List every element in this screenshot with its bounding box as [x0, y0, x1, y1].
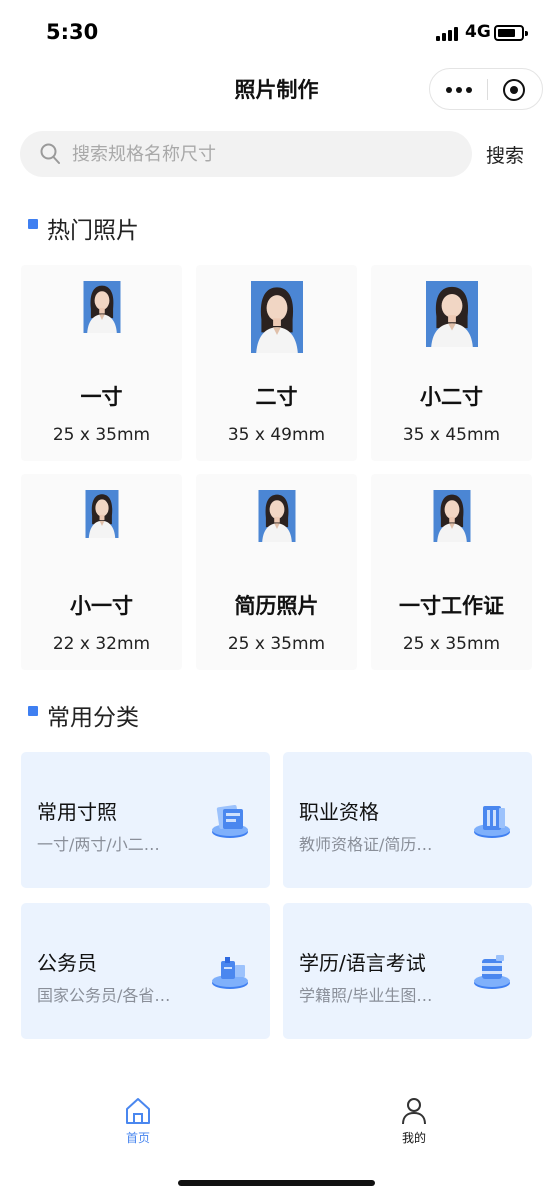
portrait-thumbnail — [425, 281, 478, 347]
photo-name: 小一寸 — [70, 594, 133, 618]
more-icon[interactable] — [446, 87, 472, 93]
tab-home[interactable]: 首页 — [108, 1097, 168, 1153]
badge-icon — [208, 949, 252, 993]
home-icon — [125, 1097, 151, 1125]
photo-size: 35 x 49mm — [227, 425, 326, 445]
photo-size: 25 x 35mm — [402, 634, 501, 654]
photo-name: 一寸 — [80, 385, 123, 409]
portrait-thumbnail — [258, 490, 295, 542]
photo-name: 二寸 — [255, 385, 298, 409]
category-title: 常用寸照 — [37, 800, 117, 824]
battery-icon — [494, 25, 528, 41]
graduation-icon — [470, 949, 514, 993]
portrait-thumbnail — [85, 490, 118, 538]
photo-name: 简历照片 — [234, 594, 319, 618]
portrait-thumbnail — [250, 281, 303, 353]
category-title: 职业资格 — [299, 800, 379, 824]
category-desc: 教师资格证/简历… — [299, 835, 433, 854]
photo-name: 一寸工作证 — [399, 594, 504, 618]
category-card-civil-servant[interactable]: 公务员 国家公务员/各省… — [21, 903, 270, 1039]
photo-card-one-inch[interactable]: 一寸 25 x 35mm — [21, 265, 182, 461]
category-card-professional[interactable]: 职业资格 教师资格证/简历… — [283, 752, 532, 888]
section-marker — [28, 706, 38, 716]
search-icon — [40, 143, 60, 165]
category-desc: 一寸/两寸/小二… — [37, 835, 160, 854]
search-input[interactable] — [72, 131, 452, 177]
photo-size: 35 x 45mm — [402, 425, 501, 445]
category-title: 公务员 — [37, 951, 97, 975]
photo-card-two-inch[interactable]: 二寸 35 x 49mm — [196, 265, 357, 461]
tab-label: 我的 — [401, 1131, 426, 1145]
home-indicator — [178, 1180, 375, 1186]
search-button[interactable]: 搜索 — [486, 141, 524, 168]
signal-icon — [436, 27, 458, 41]
photo-size: 25 x 35mm — [227, 634, 326, 654]
category-title: 学历/语言考试 — [299, 951, 426, 975]
network-type: 4G — [465, 22, 491, 42]
photo-card-small-two-inch[interactable]: 小二寸 35 x 45mm — [371, 265, 532, 461]
category-card-education[interactable]: 学历/语言考试 学籍照/毕业生图… — [283, 903, 532, 1039]
portrait-thumbnail — [433, 490, 470, 542]
section-marker — [28, 219, 38, 229]
photo-card-small-one-inch[interactable]: 小一寸 22 x 32mm — [21, 474, 182, 670]
photo-size: 25 x 35mm — [52, 425, 151, 445]
photo-card-resume[interactable]: 简历照片 25 x 35mm — [196, 474, 357, 670]
capsule-divider — [487, 79, 488, 100]
section-title: 热门照片 — [47, 218, 139, 244]
portrait-thumbnail — [83, 281, 120, 333]
photo-stack-icon — [208, 798, 252, 842]
status-bar: 5:30 4G — [0, 0, 553, 66]
photo-name: 小二寸 — [420, 385, 483, 409]
tab-mine[interactable]: 我的 — [384, 1097, 444, 1153]
category-desc: 学籍照/毕业生图… — [299, 986, 433, 1005]
photo-size: 22 x 32mm — [52, 634, 151, 654]
miniprogram-capsule — [429, 68, 543, 110]
search-box — [20, 131, 472, 177]
close-miniprogram-icon[interactable] — [503, 79, 525, 101]
category-desc: 国家公务员/各省… — [37, 986, 171, 1005]
certificate-icon — [470, 798, 514, 842]
category-card-common[interactable]: 常用寸照 一寸/两寸/小二… — [21, 752, 270, 888]
section-title: 常用分类 — [47, 705, 139, 731]
photo-card-work-id[interactable]: 一寸工作证 25 x 35mm — [371, 474, 532, 670]
user-icon — [401, 1097, 427, 1125]
status-time: 5:30 — [46, 20, 99, 44]
tab-label: 首页 — [125, 1131, 150, 1145]
